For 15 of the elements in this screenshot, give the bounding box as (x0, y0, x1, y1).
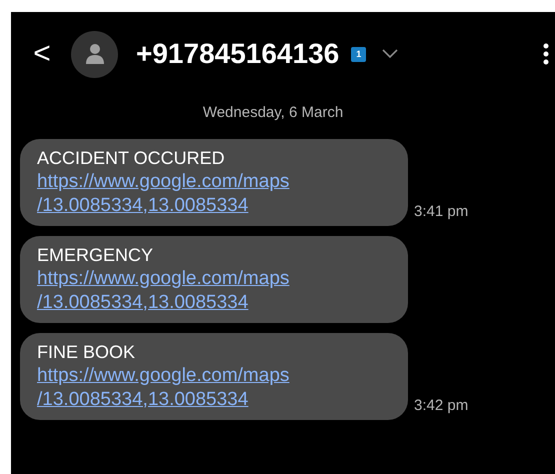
map-link[interactable]: https://www.google.com/maps /13.0085334,13.0085334 (37, 266, 392, 314)
map-link[interactable]: https://www.google.com/maps /13.0085334,13.0085334 (37, 170, 392, 218)
back-button[interactable]: < (29, 39, 55, 69)
contact-number: +917845164136 (136, 37, 340, 71)
message-time: 3:42 pm (414, 396, 468, 416)
chevron-down-icon[interactable] (382, 49, 398, 59)
message-text: FINE BOOK (37, 340, 136, 364)
date-separator: Wednesday, 6 March (202, 103, 344, 123)
more-options-icon[interactable] (543, 43, 549, 65)
map-link[interactable]: https://www.google.com/maps /13.0085334,13.0085334 (37, 364, 392, 412)
sim-badge: 1 (351, 46, 366, 62)
message-text: EMERGENCY (37, 244, 154, 266)
avatar-icon[interactable] (71, 30, 118, 78)
message-time: 3:41 pm (414, 202, 468, 222)
message-text: ACCIDENT OCCURED (37, 146, 226, 170)
